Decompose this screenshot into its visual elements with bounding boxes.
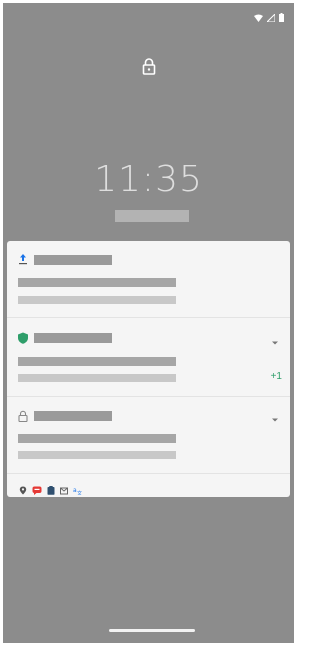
padlock-icon[interactable] <box>142 57 156 75</box>
notification-panel: +1 a 文 <box>7 241 290 497</box>
overflow-icons-row[interactable]: a文 <box>7 474 290 497</box>
svg-text:文: 文 <box>77 490 82 495</box>
lockscreen: 11:35 +1 a 文 <box>3 3 294 643</box>
notification-item[interactable] <box>7 241 290 318</box>
notification-subtext <box>18 374 176 382</box>
notification-item[interactable]: +1 <box>7 318 290 397</box>
notification-title <box>34 411 112 421</box>
home-indicator[interactable] <box>109 629 195 632</box>
status-bar <box>254 12 284 23</box>
notification-text <box>18 278 176 287</box>
battery-icon <box>279 9 284 27</box>
clock-time: 11:35 <box>94 159 203 200</box>
date-placeholder <box>115 210 189 222</box>
notification-subtext <box>18 451 176 459</box>
notification-title <box>34 255 112 265</box>
translate-icon: a文 <box>73 482 82 497</box>
notification-item[interactable] <box>7 397 290 474</box>
wifi-icon <box>254 9 263 27</box>
signal-icon <box>265 9 276 27</box>
chat-icon <box>32 482 42 495</box>
shield-icon <box>17 331 29 344</box>
padlock-icon <box>17 409 29 423</box>
clipboard-icon <box>47 482 55 495</box>
notification-text <box>18 434 176 443</box>
upload-icon <box>17 252 29 265</box>
location-icon <box>19 482 27 494</box>
notification-text <box>18 357 176 366</box>
notification-title <box>34 333 112 343</box>
extra-count-badge: +1 <box>270 371 282 382</box>
chevron-down-icon[interactable] <box>270 335 280 345</box>
chevron-down-icon[interactable] <box>270 412 280 422</box>
mail-icon <box>60 482 68 494</box>
notification-subtext <box>18 296 176 304</box>
